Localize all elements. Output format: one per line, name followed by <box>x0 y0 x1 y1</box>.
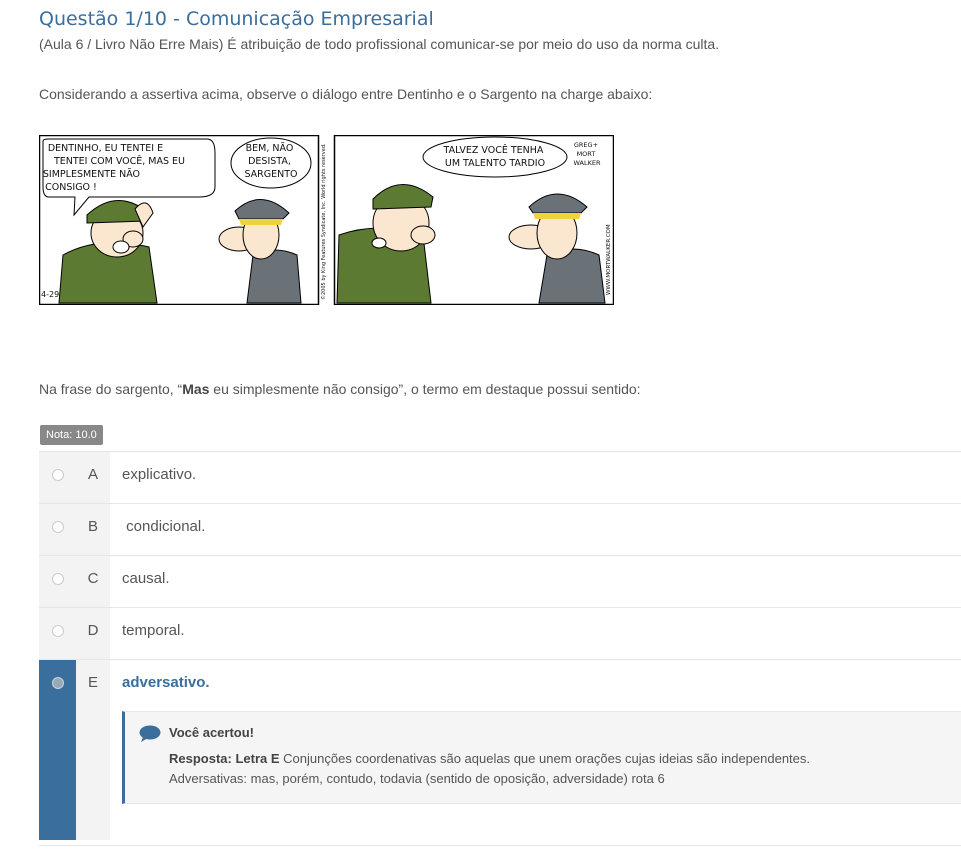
comic-panel-1: DENTINHO, EU TENTEI E TENTEI COM VOCÊ, M… <box>39 135 327 305</box>
comic-text-line: TALVEZ VOCÊ TENHA <box>443 144 544 156</box>
feedback-title: Você acertou! <box>169 725 255 740</box>
radio-button[interactable] <box>52 469 64 481</box>
option-letter: D <box>87 622 99 639</box>
divider <box>39 845 961 846</box>
answer-options: A explicativo. B condicional. C causal. … <box>39 451 961 840</box>
comic-website: WWW.MORTWALKER.COM <box>606 224 612 295</box>
grade-badge: Nota: 10.0 <box>40 425 103 445</box>
option-text: causal. <box>122 570 170 587</box>
answer-label: Resposta: Letra E <box>169 751 280 766</box>
comic-signature: GREG+ MORT WALKER <box>573 141 601 167</box>
feedback-line-1: Conjunções coordenativas são aquelas que… <box>279 751 811 766</box>
comic-text-line: UM TALENTO TARDIO <box>445 158 545 169</box>
comic-copyright: ©2005 by King Features Syndicate, Inc. W… <box>320 143 327 300</box>
comic-strip-image: DENTINHO, EU TENTEI E TENTEI COM VOCÊ, M… <box>39 135 614 305</box>
option-d[interactable]: D temporal. <box>39 607 961 659</box>
radio-button[interactable] <box>52 573 64 585</box>
option-a[interactable]: A explicativo. <box>39 451 961 503</box>
question-intro: (Aula 6 / Livro Não Erre Mais) É atribui… <box>39 36 720 52</box>
comic-text-line: SARGENTO <box>244 169 297 180</box>
comic-text-line: CONSIGO ! <box>45 182 97 193</box>
option-letter: B <box>87 518 98 535</box>
option-letter: E <box>87 674 98 691</box>
option-letter: C <box>87 570 99 587</box>
speech-bubble-icon <box>139 725 161 742</box>
radio-button[interactable] <box>52 521 64 533</box>
highlighted-term: Mas <box>182 381 210 397</box>
option-b[interactable]: B condicional. <box>39 503 961 555</box>
comic-text-line: SIMPLESMENTE NÃO <box>43 169 140 180</box>
feedback-line-2: Adversativas: mas, porém, contudo, todav… <box>169 771 665 786</box>
comic-text-line: DESISTA, <box>248 156 291 167</box>
radio-button[interactable] <box>52 625 64 637</box>
comic-text-line: DENTINHO, EU TENTEI E <box>48 143 163 154</box>
comic-text-line: TENTEI COM VOCÊ, MAS EU <box>53 155 185 167</box>
comic-date: 4-29 <box>41 290 59 299</box>
svg-text:BEM, NÃO DESISTA,: BEM, NÃO DESISTA, SARGENTO <box>244 143 297 180</box>
feedback-box: Você acertou! Resposta: Letra E Conjunçõ… <box>122 711 961 804</box>
question-prompt: Na frase do sargento, “Mas eu simplesmen… <box>39 381 641 397</box>
option-text: explicativo. <box>122 466 197 483</box>
option-e-selected[interactable]: E adversativo. Você acertou! Resposta: L… <box>39 659 961 840</box>
feedback-body: Resposta: Letra E Conjunções coordenativ… <box>169 749 949 789</box>
option-letter: A <box>87 466 98 483</box>
comic-text-line: BEM, NÃO <box>246 143 294 154</box>
option-text: temporal. <box>122 622 185 639</box>
option-c[interactable]: C causal. <box>39 555 961 607</box>
radio-button-selected[interactable] <box>52 677 64 689</box>
comic-panel-2: TALVEZ VOCÊ TENHA UM TALENTO TARDIO GREG… <box>333 135 614 305</box>
option-text: adversativo. <box>122 674 210 691</box>
question-context: Considerando a assertiva acima, observe … <box>39 86 653 102</box>
question-title: Questão 1/10 - Comunicação Empresarial <box>39 8 434 30</box>
option-text: condicional. <box>122 518 206 535</box>
